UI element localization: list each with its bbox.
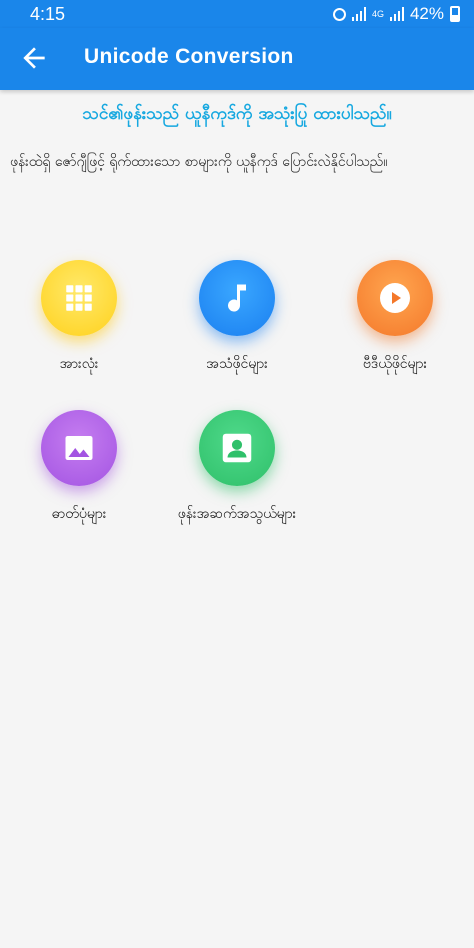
contact-icon [222, 433, 252, 463]
status-time: 4:15 [30, 4, 66, 24]
category-video[interactable]: ဗီဒီယိုဖိုင်များ [320, 260, 470, 375]
signal-icon [351, 7, 366, 21]
status-icons: 4G 42% [332, 4, 460, 24]
category-audio[interactable]: အသံဖိုင်များ [162, 260, 312, 375]
play-icon [380, 283, 410, 313]
battery-percent: 42% [409, 4, 444, 23]
image-icon [65, 436, 93, 460]
music-note-icon [228, 284, 246, 312]
description-text: ဖုန်းထဲရှိ ဇော်ဂျီဖြင့် ရိုက်ထားသော စာမျ… [10, 154, 388, 170]
category-label: ဓာတ်ပုံများ [51, 506, 107, 522]
category-contacts[interactable]: ဖုန်းအဆက်အသွယ်များ [162, 410, 312, 525]
page-title: Unicode Conversion [84, 45, 294, 68]
category-label: အားလုံး [59, 356, 99, 372]
category-photos[interactable]: ဓာတ်ပုံများ [4, 410, 154, 525]
network-type: 4G [371, 8, 384, 19]
app-bar: Unicode Conversion [0, 28, 474, 90]
audio-circle [199, 260, 275, 336]
category-label: ဗီဒီယိုဖိုင်များ [362, 356, 428, 372]
photo-circle [41, 410, 117, 486]
status-bar: 4:15 4G 42% [0, 0, 474, 28]
category-label: ဖုန်းအဆက်အသွယ်များ [177, 506, 297, 522]
back-button[interactable] [18, 42, 50, 74]
arrow-back-icon [23, 47, 45, 69]
video-circle [357, 260, 433, 336]
status-headline: သင်၏ဖုန်းသည် ယူနီကုဒ်ကို အသုံးပြု ထားပါသ… [82, 104, 392, 124]
contact-circle [199, 410, 275, 486]
grid-icon [66, 285, 92, 311]
signal-icon-2 [389, 7, 404, 21]
all-circle [41, 260, 117, 336]
alarm-icon [332, 7, 346, 21]
category-all[interactable]: အားလုံး [4, 260, 154, 375]
battery-icon [450, 6, 460, 22]
category-label: အသံဖိုင်များ [206, 356, 268, 372]
